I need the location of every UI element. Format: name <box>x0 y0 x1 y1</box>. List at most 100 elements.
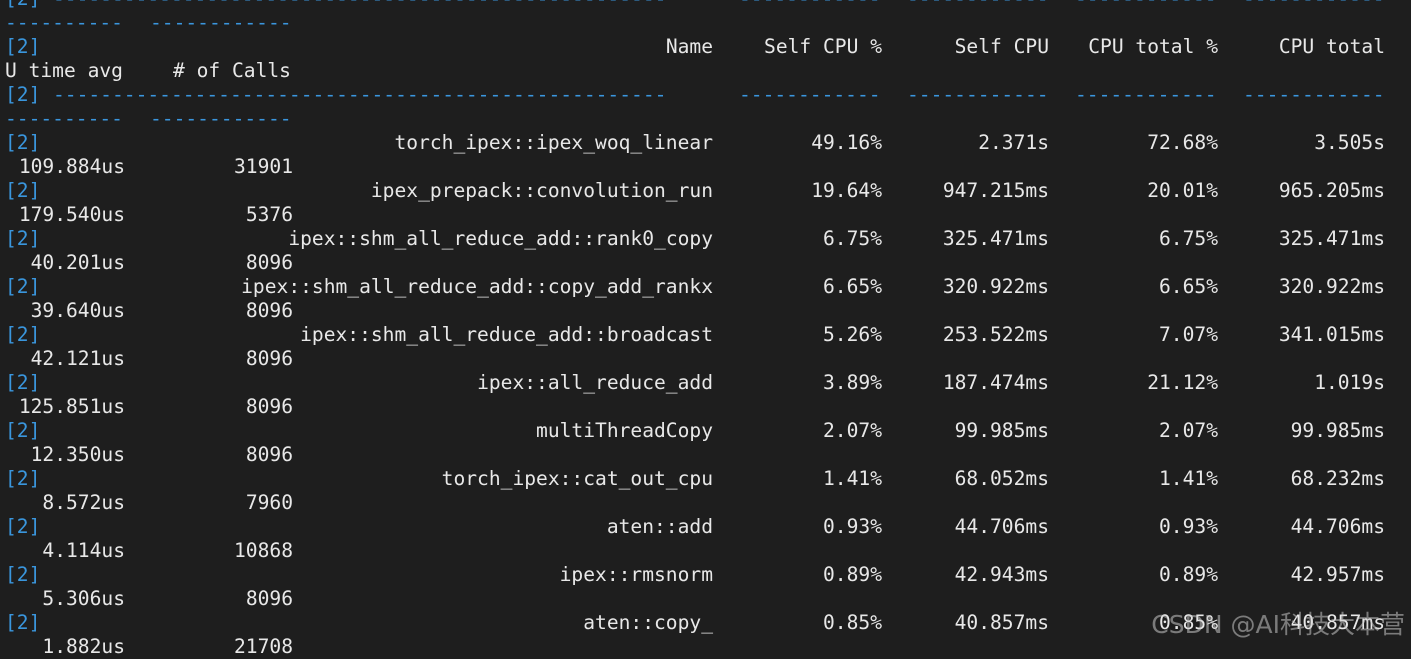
self-cpu: 253.522ms <box>942 323 1049 346</box>
separator-dashes: ------------ <box>907 0 1049 11</box>
self-cpu-pct: 3.89% <box>823 371 882 394</box>
separator-dashes: ------------ <box>1243 0 1385 11</box>
self-cpu: 2.371s <box>978 131 1049 154</box>
op-name: multiThreadCopy <box>536 419 713 442</box>
num-calls: 21708 <box>234 635 293 658</box>
table-row-wrap: 179.540us 5376 <box>0 203 1411 227</box>
rank-tag: [2] <box>5 563 41 586</box>
rank-tag: [2] <box>5 0 40 11</box>
cpu-total-pct: 6.65% <box>1159 275 1218 298</box>
cpu-time-avg: 179.540us <box>18 203 125 226</box>
cpu-total-pct: 20.01% <box>1147 179 1218 202</box>
op-name: ipex::shm_all_reduce_add::rank0_copy <box>288 227 713 250</box>
cpu-total: 42.957ms <box>1290 563 1385 586</box>
cpu-total: 325.471ms <box>1278 227 1385 250</box>
table-row-wrap: 12.350us 8096 <box>0 443 1411 467</box>
cpu-total: 99.985ms <box>1290 419 1385 442</box>
separator-dashes: ------------ <box>1075 83 1217 106</box>
separator-dashes: ----------------------------------------… <box>53 0 666 11</box>
table-row: [2] ipex::rmsnorm 0.89% 42.943ms 0.89% 42.957… <box>0 563 1411 587</box>
table-row: [2] ipex::all_reduce_add 3.89% 187.474ms 21.… <box>0 371 1411 395</box>
self-cpu-pct: 19.64% <box>811 179 882 202</box>
table-row-wrap: 8.572us 7960 <box>0 491 1411 515</box>
header-calls: # of Calls <box>173 59 291 82</box>
watermark-text: CSDN @AI科技大本营 <box>1151 610 1405 639</box>
cpu-time-avg: 12.350us <box>30 443 125 466</box>
self-cpu-pct: 0.93% <box>823 515 882 538</box>
num-calls: 8096 <box>245 395 293 418</box>
rank-tag: [2] <box>5 227 41 250</box>
rank-tag: [2] <box>5 275 41 298</box>
separator-line: [2] ------------------------------------… <box>0 0 1411 11</box>
header-self-cpu: Self CPU <box>954 35 1049 58</box>
cpu-total-pct: 21.12% <box>1147 371 1218 394</box>
header-cpu-total-pct: CPU total % <box>1088 35 1218 58</box>
op-name: ipex_prepack::convolution_run <box>370 179 713 202</box>
separator-wrap: ---------- ------------ <box>0 11 1411 35</box>
separator-wrap: ---------- ------------ <box>0 107 1411 131</box>
table-row: [2] torch_ipex::ipex_woq_linear 49.16% 2.37… <box>0 131 1411 155</box>
rank-tag: [2] <box>5 131 41 154</box>
cpu-time-avg: 4.114us <box>42 539 125 562</box>
cpu-total-pct: 2.07% <box>1159 419 1218 442</box>
self-cpu: 42.943ms <box>954 563 1049 586</box>
rank-tag: [2] <box>5 179 41 202</box>
cpu-total-pct: 7.07% <box>1159 323 1218 346</box>
cpu-time-avg: 109.884us <box>18 155 125 178</box>
table-row-wrap: 40.201us 8096 <box>0 251 1411 275</box>
cpu-time-avg: 8.572us <box>42 491 125 514</box>
separator-dashes: ------------ <box>739 83 881 106</box>
separator-dashes: ----------------------------------------… <box>53 83 667 106</box>
op-name: torch_ipex::cat_out_cpu <box>441 467 713 490</box>
table-row: [2] ipex_prepack::convolution_run 19.64% 94… <box>0 179 1411 203</box>
table-row: [2] ipex::shm_all_reduce_add::rank0_copy 6… <box>0 227 1411 251</box>
terminal-output: [2] ------------------------------------… <box>0 0 1411 659</box>
separator-dashes: ------------ <box>150 11 292 34</box>
num-calls: 8096 <box>245 587 293 610</box>
header-wrap: U time avg # of Calls <box>0 59 1411 83</box>
op-name: aten::copy_ <box>583 611 713 634</box>
table-row: [2] multiThreadCopy 2.07% 99.985ms 2.07% 99.9… <box>0 419 1411 443</box>
rank-tag: [2] <box>5 467 41 490</box>
separator-dashes: ------------ <box>150 107 292 130</box>
cpu-total-pct: 6.75% <box>1159 227 1218 250</box>
table-row-wrap: 4.114us 10868 <box>0 539 1411 563</box>
cpu-total: 965.205ms <box>1278 179 1385 202</box>
self-cpu-pct: 5.26% <box>823 323 882 346</box>
rank-tag: [2] <box>5 419 41 442</box>
rank-tag: [2] <box>5 515 41 538</box>
rank-tag: [2] <box>5 611 41 634</box>
num-calls: 8096 <box>245 347 293 370</box>
table-rows: [2] torch_ipex::ipex_woq_linear 49.16% 2.37… <box>0 131 1411 659</box>
cpu-total: 320.922ms <box>1278 275 1385 298</box>
cpu-time-avg: 5.306us <box>42 587 125 610</box>
cpu-total: 68.232ms <box>1290 467 1385 490</box>
table-row-wrap: 39.640us 8096 <box>0 299 1411 323</box>
self-cpu: 947.215ms <box>942 179 1049 202</box>
num-calls: 8096 <box>245 299 293 322</box>
table-row: [2] aten::add 0.93% 44.706ms 0.93% 44.706ms <box>0 515 1411 539</box>
table-row: [2] torch_ipex::cat_out_cpu 1.41% 68.052ms 1… <box>0 467 1411 491</box>
num-calls: 5376 <box>245 203 293 226</box>
self-cpu: 99.985ms <box>954 419 1049 442</box>
self-cpu: 320.922ms <box>942 275 1049 298</box>
self-cpu-pct: 2.07% <box>823 419 882 442</box>
cpu-total-pct: 0.89% <box>1159 563 1218 586</box>
self-cpu: 325.471ms <box>942 227 1049 250</box>
cpu-time-avg: 40.201us <box>30 251 125 274</box>
table-row: [2] ipex::shm_all_reduce_add::broadcast 5.… <box>0 323 1411 347</box>
separator-dashes: ------------ <box>1075 0 1217 11</box>
self-cpu: 40.857ms <box>954 611 1049 634</box>
op-name: ipex::shm_all_reduce_add::broadcast <box>300 323 713 346</box>
header-line: [2] Name Self CPU % Self CPU CPU total %… <box>0 35 1411 59</box>
cpu-total: 44.706ms <box>1290 515 1385 538</box>
num-calls: 8096 <box>245 443 293 466</box>
header-cpu-total: CPU total <box>1278 35 1385 58</box>
self-cpu: 68.052ms <box>954 467 1049 490</box>
self-cpu: 44.706ms <box>954 515 1049 538</box>
separator-dashes: ------------ <box>1243 83 1385 106</box>
header-name: Name <box>665 35 713 58</box>
table-row-wrap: 42.121us 8096 <box>0 347 1411 371</box>
separator-line: [2] ------------------------------------… <box>0 83 1411 107</box>
separator-dashes: ---------- <box>5 11 123 34</box>
